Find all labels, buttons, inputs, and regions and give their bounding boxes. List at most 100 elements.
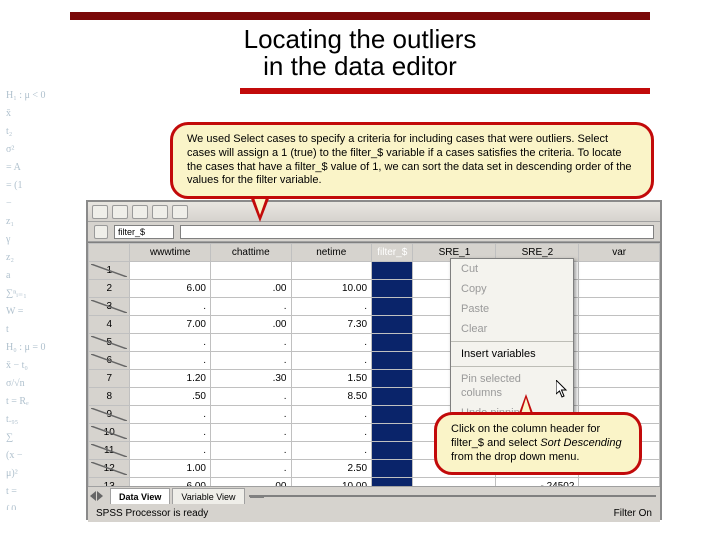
cell[interactable]: [372, 298, 413, 316]
cell[interactable]: .: [291, 334, 372, 352]
cell[interactable]: [372, 370, 413, 388]
cell[interactable]: [130, 262, 211, 280]
row-number[interactable]: 13: [89, 478, 130, 487]
scroll-thumb[interactable]: [250, 496, 264, 498]
cell[interactable]: [372, 262, 413, 280]
cell[interactable]: .: [291, 424, 372, 442]
column-header-filter[interactable]: filter_$: [372, 244, 413, 262]
cell[interactable]: .: [130, 298, 211, 316]
cell[interactable]: [372, 424, 413, 442]
cell[interactable]: [372, 406, 413, 424]
row-number[interactable]: 10: [89, 424, 130, 442]
spss-toolbar: [88, 202, 660, 222]
tab-prev-icon[interactable]: [90, 491, 96, 501]
cell[interactable]: 1.50: [291, 370, 372, 388]
row-number[interactable]: 1: [89, 262, 130, 280]
row-number[interactable]: 12: [89, 460, 130, 478]
cell[interactable]: .00: [210, 280, 291, 298]
cell-value-field[interactable]: [180, 225, 654, 239]
cell[interactable]: .: [210, 334, 291, 352]
cell[interactable]: [372, 478, 413, 487]
cell[interactable]: 6.00: [130, 478, 211, 487]
row-number[interactable]: 9: [89, 406, 130, 424]
cell[interactable]: [372, 460, 413, 478]
row-number[interactable]: 4: [89, 316, 130, 334]
cell[interactable]: 7.00: [130, 316, 211, 334]
tab-data-view[interactable]: Data View: [110, 488, 170, 504]
row-number[interactable]: 3: [89, 298, 130, 316]
toolbar-btn[interactable]: [132, 205, 148, 219]
cell[interactable]: .: [210, 424, 291, 442]
cell[interactable]: .: [130, 406, 211, 424]
cell[interactable]: .: [210, 298, 291, 316]
cell[interactable]: .: [210, 460, 291, 478]
cell[interactable]: 10.00: [291, 280, 372, 298]
cell[interactable]: .: [291, 406, 372, 424]
cell[interactable]: [413, 478, 496, 487]
cell[interactable]: [579, 298, 660, 316]
cell[interactable]: [579, 262, 660, 280]
cell[interactable]: 1.20: [130, 370, 211, 388]
cell[interactable]: [579, 370, 660, 388]
cell[interactable]: .: [291, 352, 372, 370]
cell[interactable]: [210, 262, 291, 280]
toolbar-btn[interactable]: [172, 205, 188, 219]
column-header-chattime[interactable]: chattime: [210, 244, 291, 262]
menu-separator: [451, 366, 573, 367]
cell[interactable]: [372, 280, 413, 298]
toolbar-btn[interactable]: [152, 205, 168, 219]
cell[interactable]: 6.00: [130, 280, 211, 298]
cell[interactable]: [372, 442, 413, 460]
cell[interactable]: [579, 334, 660, 352]
cell[interactable]: [372, 316, 413, 334]
cell[interactable]: 2.50: [291, 460, 372, 478]
cell[interactable]: [579, 280, 660, 298]
cell[interactable]: [372, 334, 413, 352]
cell[interactable]: 7.30: [291, 316, 372, 334]
cell[interactable]: .: [130, 442, 211, 460]
toolbar-btn[interactable]: [112, 205, 128, 219]
tab-next-icon[interactable]: [97, 491, 103, 501]
cell[interactable]: [579, 388, 660, 406]
row-number[interactable]: 2: [89, 280, 130, 298]
cell[interactable]: [579, 352, 660, 370]
cell[interactable]: [372, 388, 413, 406]
cell[interactable]: [372, 352, 413, 370]
cell[interactable]: .50: [130, 388, 211, 406]
cell[interactable]: -.24502: [496, 478, 579, 487]
cell[interactable]: [579, 316, 660, 334]
column-header-var[interactable]: var: [579, 244, 660, 262]
menu-item-insert-variables[interactable]: Insert variables: [451, 344, 573, 364]
cell[interactable]: .: [210, 442, 291, 460]
cell[interactable]: [579, 478, 660, 487]
row-number[interactable]: 8: [89, 388, 130, 406]
tab-variable-view[interactable]: Variable View: [172, 488, 244, 504]
cell[interactable]: .: [210, 352, 291, 370]
cell[interactable]: .: [130, 424, 211, 442]
row-indicator: [94, 225, 108, 239]
horizontal-scrollbar[interactable]: [249, 495, 656, 497]
corner-cell[interactable]: [89, 244, 130, 262]
column-header-wwwtime[interactable]: wwwtime: [130, 244, 211, 262]
cell[interactable]: .: [130, 352, 211, 370]
column-header-netime[interactable]: netime: [291, 244, 372, 262]
row-number[interactable]: 5: [89, 334, 130, 352]
cell[interactable]: 1.00: [130, 460, 211, 478]
cell[interactable]: .: [130, 334, 211, 352]
cell[interactable]: .30: [210, 370, 291, 388]
row-number[interactable]: 11: [89, 442, 130, 460]
cell[interactable]: 8.50: [291, 388, 372, 406]
row-number[interactable]: 7: [89, 370, 130, 388]
cell[interactable]: .: [291, 298, 372, 316]
callout-top: We used Select cases to specify a criter…: [170, 122, 654, 199]
cell[interactable]: .00: [210, 478, 291, 487]
cell[interactable]: .: [210, 388, 291, 406]
cell[interactable]: .00: [210, 316, 291, 334]
cell[interactable]: .: [291, 442, 372, 460]
row-number[interactable]: 6: [89, 352, 130, 370]
cell[interactable]: [291, 262, 372, 280]
cell[interactable]: .: [210, 406, 291, 424]
cell[interactable]: 10.00: [291, 478, 372, 487]
cursor-icon: [556, 380, 570, 398]
toolbar-btn[interactable]: [92, 205, 108, 219]
